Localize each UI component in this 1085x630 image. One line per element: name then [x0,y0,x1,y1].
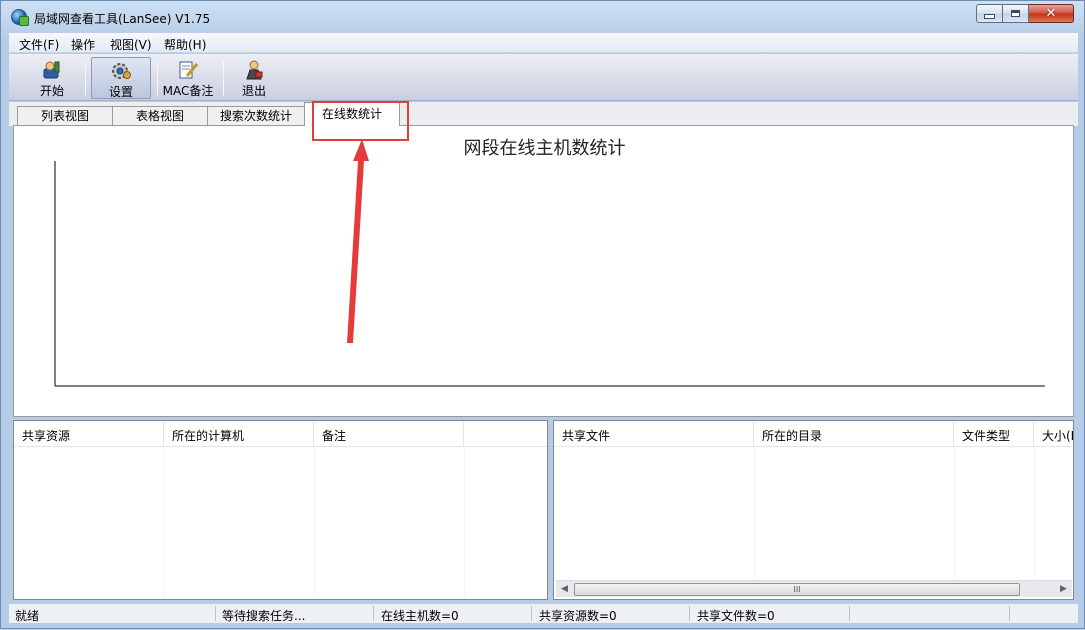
title-bar[interactable]: 局域网查看工具(LanSee) V1.75 ✕ [1,1,1084,33]
toolbar-separator [157,60,158,96]
files-table-header: 共享文件 所在的目录 文件类型 大小(K [554,421,1073,447]
maximize-button[interactable] [1003,4,1029,23]
exit-label: 退出 [241,84,266,98]
tab-table-view[interactable]: 表格视图 [112,106,208,125]
column-header-type[interactable]: 文件类型 [954,421,1034,447]
start-label: 开始 [39,84,64,98]
app-globe-icon [11,9,29,26]
column-header-size[interactable]: 大小(K [1034,421,1073,447]
column-header-file[interactable]: 共享文件 [554,421,754,447]
menu-help[interactable]: 帮助(H) [164,36,206,53]
toolbar: 开始 设置 MAC备注 退出 [9,54,1078,101]
status-separator [1009,606,1010,621]
scroll-left-arrow-icon[interactable]: ◀ [556,581,573,598]
status-separator [531,606,532,621]
menu-bar: 文件(F) 操作 视图(V) 帮助(H) [9,33,1078,53]
column-divider [164,447,165,597]
status-file-count: 共享文件数=0 [697,609,775,623]
status-task: 等待搜索任务... [222,609,306,623]
exit-button[interactable]: 退出 [231,57,277,99]
menu-file[interactable]: 文件(F) [19,36,59,53]
note-pencil-icon [177,60,199,80]
gear-icon [110,61,132,81]
status-separator [373,606,374,621]
column-divider [954,447,955,597]
files-table[interactable]: 共享文件 所在的目录 文件类型 大小(K ◀ III ▶ [553,420,1074,600]
column-divider [1034,447,1035,597]
status-bar: 就绪 等待搜索任务... 在线主机数=0 共享资源数=0 共享文件数=0 [9,603,1078,623]
toolbar-separator [223,60,224,96]
minimize-icon [984,14,995,19]
status-separator [689,606,690,621]
status-online-hosts: 在线主机数=0 [381,609,459,623]
tab-list-view[interactable]: 列表视图 [17,106,113,125]
settings-label: 设置 [108,85,133,99]
toolbar-separator [85,60,86,96]
column-divider [754,447,755,597]
tab-search-count[interactable]: 搜索次数统计 [207,106,305,125]
column-divider [464,447,465,597]
column-header-computer[interactable]: 所在的计算机 [164,421,314,447]
minimize-button[interactable] [976,4,1003,23]
shares-table[interactable]: 共享资源 所在的计算机 备注 [13,420,548,600]
column-header-note[interactable]: 备注 [314,421,464,447]
settings-button[interactable]: 设置 [91,57,151,99]
start-button[interactable]: 开始 [27,57,77,99]
status-ready: 就绪 [15,609,40,623]
scroll-right-arrow-icon[interactable]: ▶ [1055,581,1072,598]
chart-panel: 网段在线主机数统计 [13,125,1074,417]
scroll-thumb[interactable]: III [574,583,1020,596]
mac-note-button[interactable]: MAC备注 [159,57,217,99]
mac-note-label: MAC备注 [162,84,214,98]
menu-operate[interactable]: 操作 [71,36,95,53]
column-divider [314,447,315,597]
app-window: 局域网查看工具(LanSee) V1.75 ✕ 文件(F) 操作 视图(V) 帮… [0,0,1085,629]
menu-view[interactable]: 视图(V) [110,36,152,53]
status-separator [215,606,216,621]
maximize-icon [1011,10,1020,17]
status-share-count: 共享资源数=0 [539,609,617,623]
close-icon: ✕ [1045,6,1057,21]
column-header-directory[interactable]: 所在的目录 [754,421,954,447]
horizontal-scrollbar[interactable]: ◀ III ▶ [556,580,1072,597]
close-button[interactable]: ✕ [1029,4,1074,23]
highlight-box [312,101,409,141]
window-title: 局域网查看工具(LanSee) V1.75 [34,12,211,26]
chart-plot [54,161,1045,387]
status-separator [849,606,850,621]
exit-person-icon [243,60,265,80]
start-icon [41,60,63,80]
column-header-share[interactable]: 共享资源 [14,421,164,447]
shares-table-header: 共享资源 所在的计算机 备注 [14,421,547,447]
